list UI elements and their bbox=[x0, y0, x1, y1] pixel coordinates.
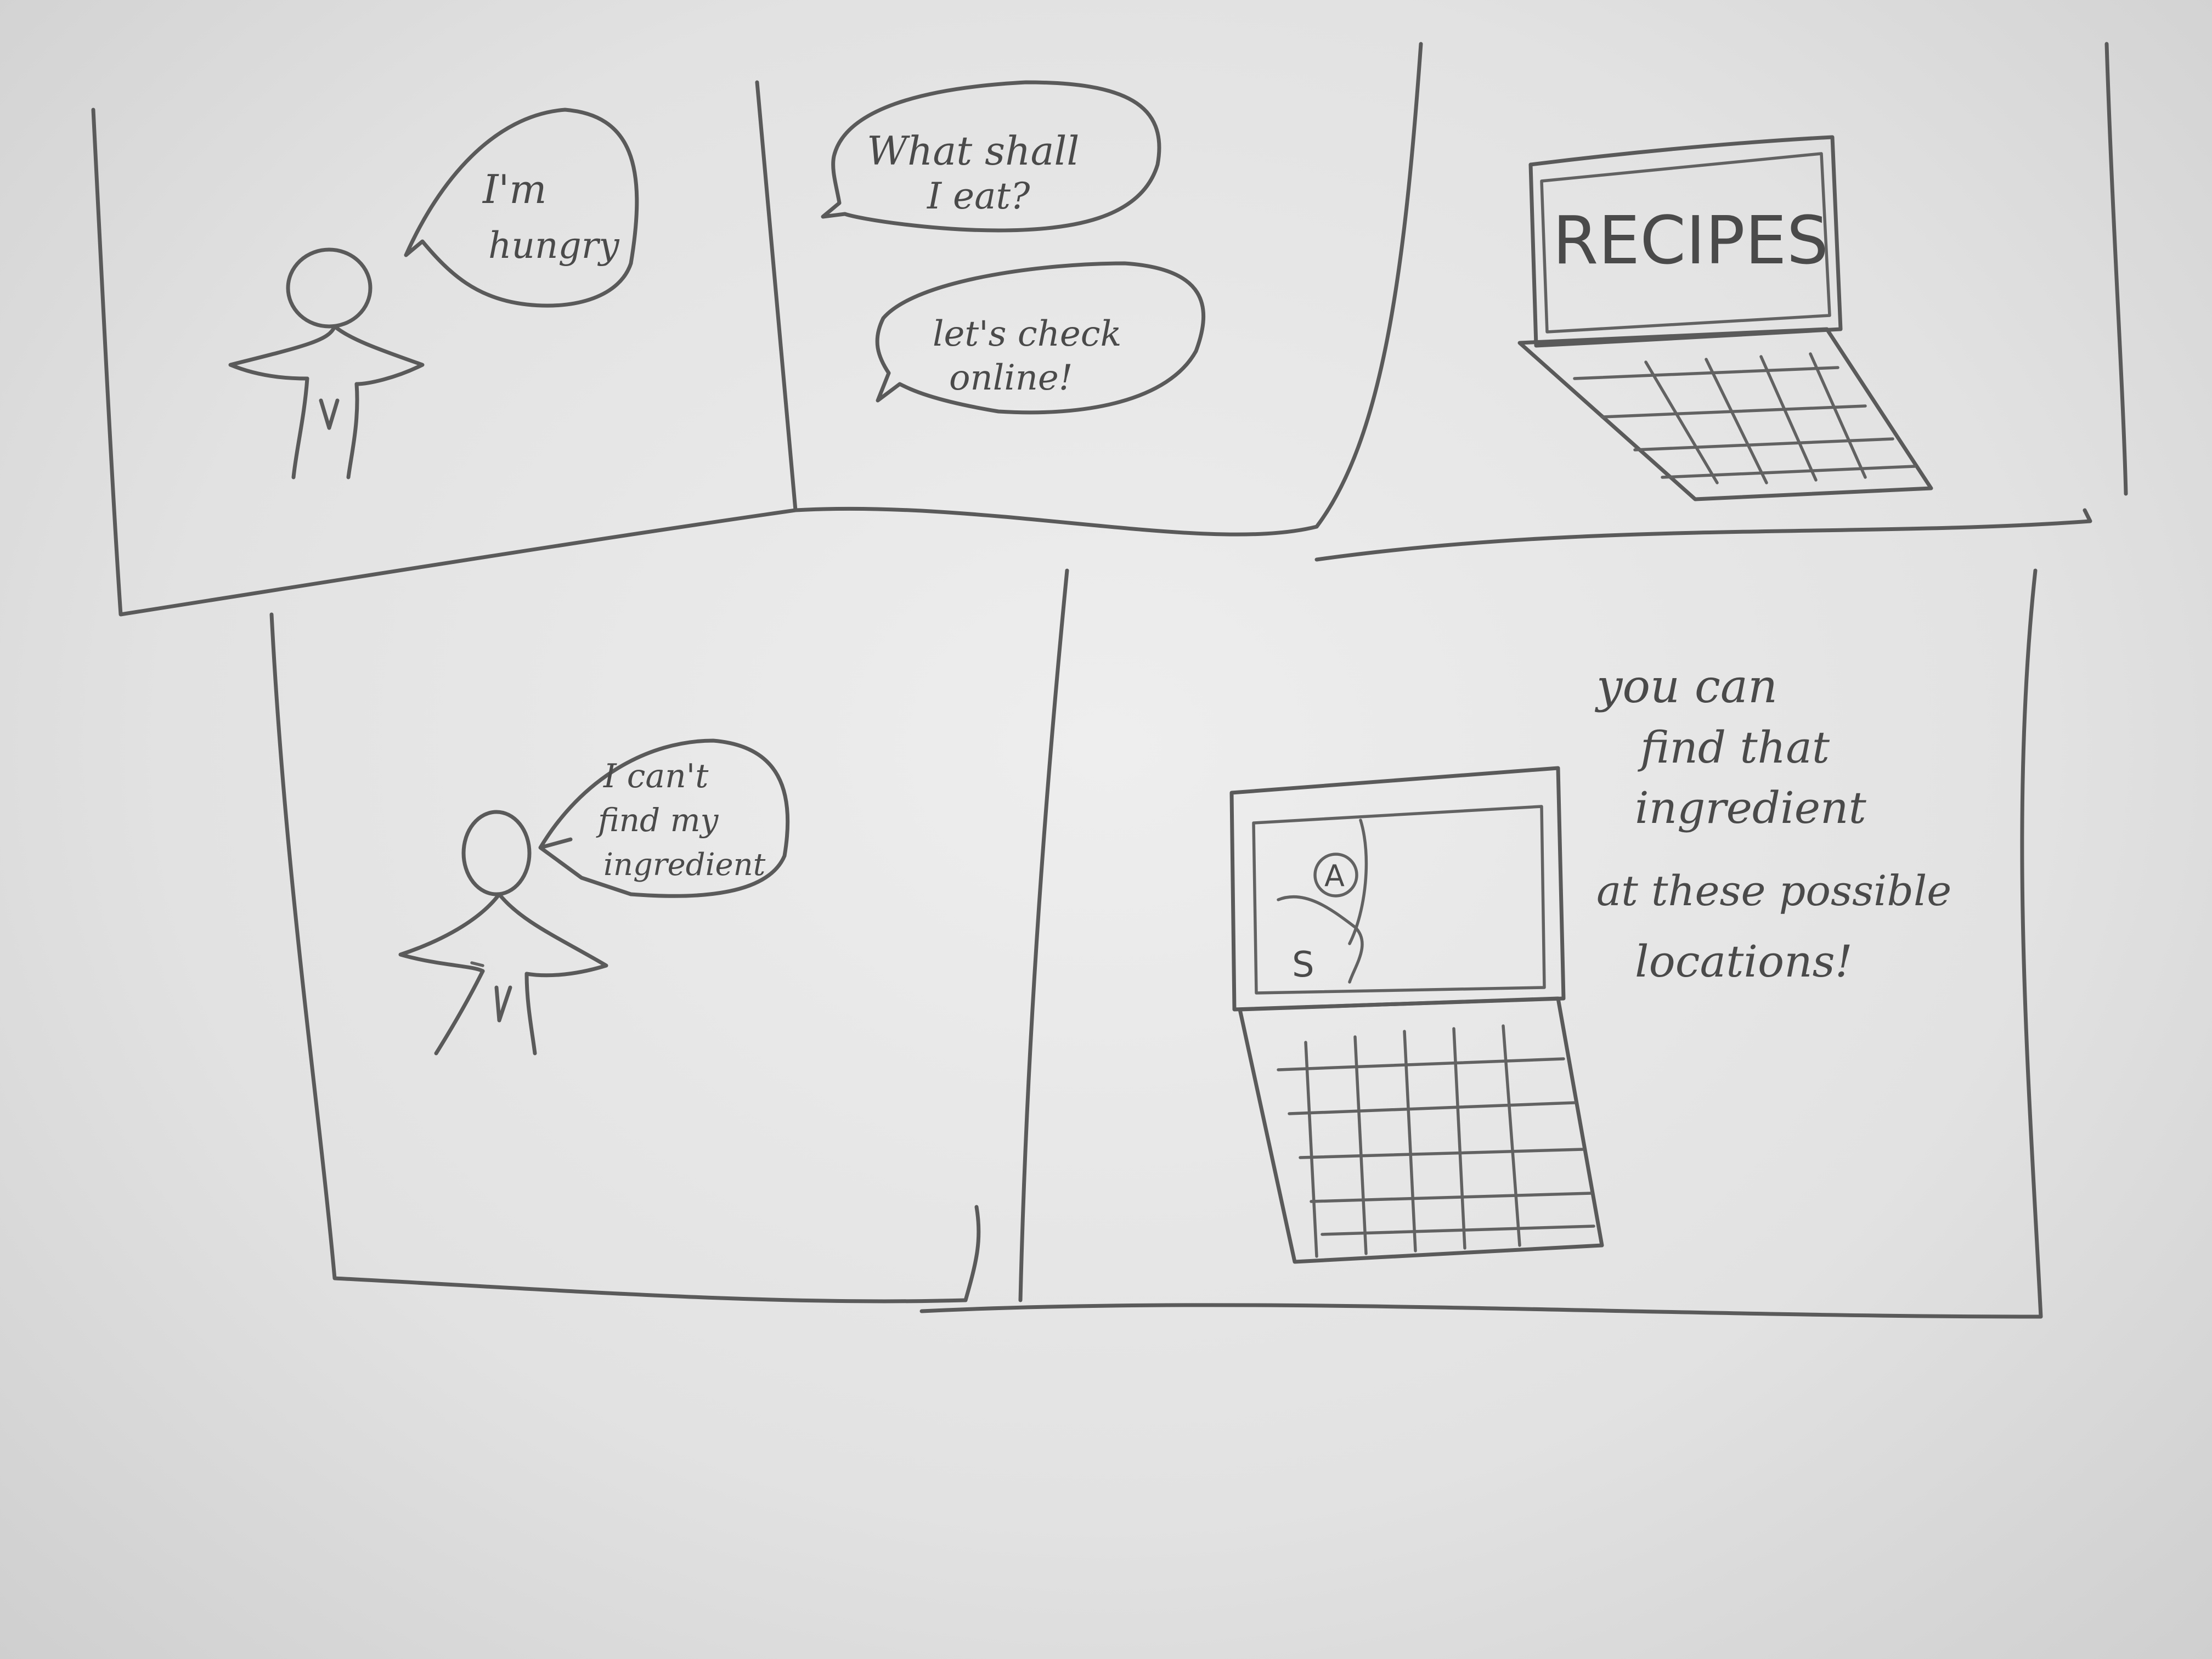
caption-line3: ingredient bbox=[1635, 782, 1867, 833]
paper-sheet: I'm hungry What shall I eat? let's check… bbox=[0, 0, 2212, 1659]
stick-figure-2 bbox=[398, 810, 608, 1056]
bubble-3-line1: let's check bbox=[933, 314, 1121, 354]
panel-1-border bbox=[91, 80, 798, 617]
panel-4-5-divider bbox=[1018, 568, 1069, 1302]
bubble-3-line2: online! bbox=[949, 358, 1073, 398]
panel-3-border bbox=[1314, 508, 2092, 562]
panel-2-border bbox=[793, 42, 1423, 537]
bubble-4-line2: find my bbox=[596, 802, 719, 839]
caption-line5: locations! bbox=[1635, 936, 1853, 987]
panel-2: What shall I eat? let's check online! bbox=[821, 80, 1206, 415]
panel-5: A S you can find that ingredient at thes… bbox=[1229, 659, 1951, 1264]
storyboard-sketch: I'm hungry What shall I eat? let's check… bbox=[91, 42, 2128, 1319]
bubble-1-line1: I'm bbox=[482, 166, 547, 212]
caption-line4: at these possible bbox=[1596, 866, 1951, 915]
bubble-4-line3: ingredient bbox=[603, 847, 766, 883]
stick-figure-1 bbox=[228, 247, 425, 479]
panel-4-border bbox=[269, 612, 981, 1304]
panel-1: I'm hungry bbox=[228, 108, 639, 479]
bubble-2-line2: I eat? bbox=[927, 175, 1030, 217]
caption-5: you can find that ingredient at these po… bbox=[1594, 659, 1951, 987]
bubble-1-line2: hungry bbox=[488, 224, 619, 267]
map-route bbox=[1277, 895, 1364, 984]
caption-line2: find that bbox=[1638, 722, 1830, 773]
panel-3-right-edge bbox=[2104, 42, 2128, 496]
panel-4: I can't find my ingredient bbox=[398, 738, 790, 1056]
map-marker-a: A bbox=[1324, 859, 1345, 893]
panel-3: RECIPES bbox=[1517, 135, 1933, 501]
laptop-2: A S bbox=[1229, 766, 1604, 1264]
map-marker-s: S bbox=[1292, 945, 1314, 985]
recipes-screen-text: RECIPES bbox=[1553, 203, 1829, 279]
bubble-2-line1: What shall bbox=[867, 128, 1079, 174]
panel-5-border bbox=[919, 568, 2043, 1319]
laptop-1: RECIPES bbox=[1517, 135, 1933, 501]
bubble-4-line1: I can't bbox=[603, 757, 709, 795]
caption-line1: you can bbox=[1594, 659, 1778, 713]
